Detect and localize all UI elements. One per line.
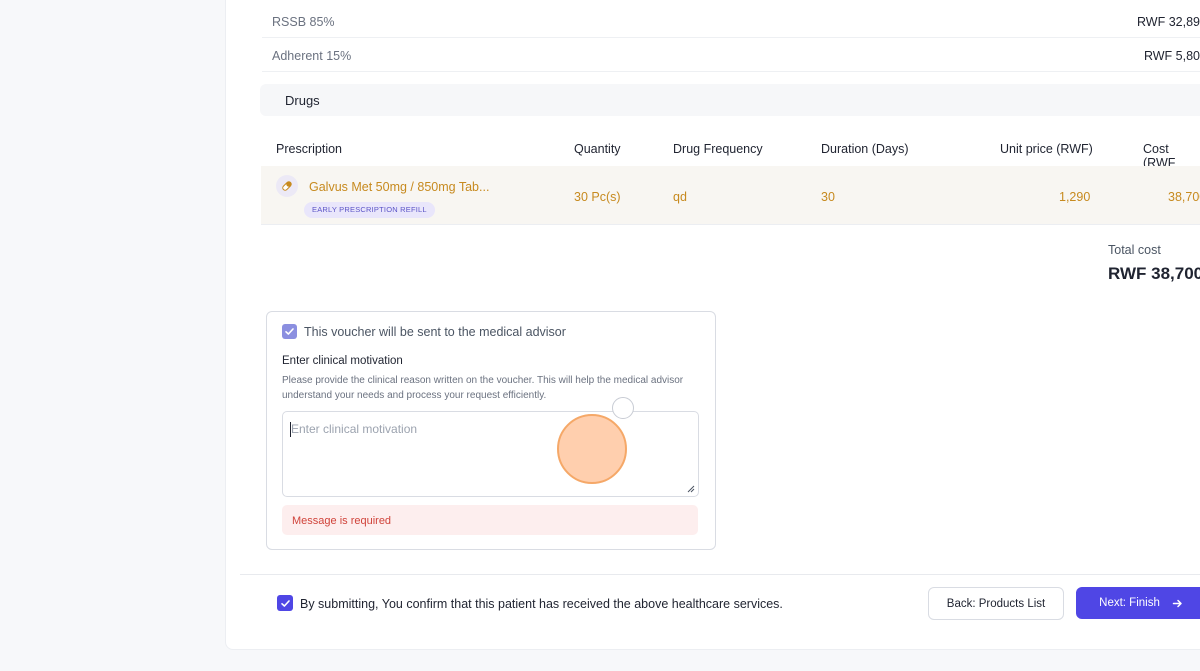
column-header-prescription: Prescription — [276, 142, 342, 156]
drug-name-link[interactable]: Galvus Met 50mg / 850mg Tab... — [309, 180, 489, 194]
total-cost-value: RWF 38,700 — [1108, 264, 1200, 283]
confirm-services-checkbox[interactable] — [277, 595, 293, 611]
drug-quantity: 30 Pc(s) — [574, 190, 621, 204]
resize-handle-icon[interactable] — [687, 485, 695, 493]
next-button-label: Next: Finish — [1099, 597, 1160, 609]
arrow-right-icon — [1172, 599, 1182, 607]
split-label: Adherent 15% — [272, 49, 352, 63]
payment-split-row-adherent: Adherent 15% RWF 5,80 — [262, 37, 1200, 72]
validation-error: Message is required — [282, 505, 698, 535]
total-cost-label: Total cost — [1108, 243, 1161, 257]
footer-divider — [240, 574, 1200, 575]
cursor-highlight — [557, 414, 627, 484]
split-amount: RWF 5,80 — [1143, 49, 1200, 63]
clinical-motivation-help: Please provide the clinical reason writt… — [282, 375, 684, 401]
column-header-duration: Duration (Days) — [821, 142, 909, 156]
text-caret — [290, 422, 291, 437]
next-finish-button[interactable]: Next: Finish — [1076, 587, 1200, 619]
drugs-section-title: Drugs — [285, 93, 320, 108]
drug-cost: 38,700 — [1168, 190, 1200, 204]
validation-error-text: Message is required — [292, 515, 392, 527]
drag-handle[interactable] — [612, 397, 634, 419]
clinical-motivation-input[interactable]: Enter clinical motivation — [282, 411, 699, 497]
payment-split-row-rssb: RSSB 85% RWF 32,89 — [262, 3, 1200, 38]
column-header-frequency: Drug Frequency — [673, 142, 763, 156]
drug-unit-price: 1,290 — [1059, 190, 1091, 204]
drug-frequency: qd — [673, 190, 687, 204]
early-refill-badge: EARLY PRESCRIPTION REFILL — [304, 202, 435, 218]
back-button-label: Back: Products List — [946, 597, 1046, 610]
back-products-list-button[interactable]: Back: Products List — [928, 587, 1064, 620]
column-header-quantity: Quantity — [574, 142, 621, 156]
column-header-unit-price: Unit price (RWF) — [1000, 142, 1093, 156]
send-to-advisor-checkbox[interactable] — [282, 324, 297, 339]
send-to-advisor-label: This voucher will be sent to the medical… — [304, 325, 566, 339]
split-label: RSSB 85% — [272, 15, 335, 29]
clinical-motivation-title: Enter clinical motivation — [282, 355, 403, 367]
split-amount: RWF 32,89 — [1137, 15, 1200, 29]
check-icon — [285, 328, 294, 335]
check-icon — [280, 599, 290, 607]
drugs-section-header: Drugs — [260, 84, 1200, 116]
confirm-services-label: By submitting, You confirm that this pat… — [300, 597, 783, 611]
pill-icon — [276, 175, 298, 197]
clinical-motivation-placeholder: Enter clinical motivation — [291, 422, 418, 436]
drug-duration: 30 — [821, 190, 835, 204]
